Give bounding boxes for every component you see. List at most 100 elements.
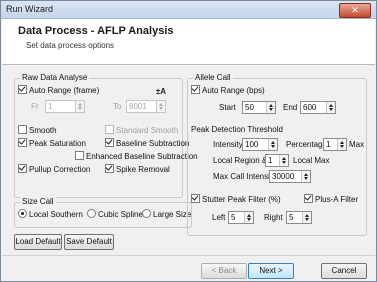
checkbox-checked-icon xyxy=(18,85,27,94)
max-label: Max xyxy=(349,140,365,149)
spinner-arrows-icon xyxy=(266,102,275,113)
checkbox-icon xyxy=(75,151,84,160)
cancel-button[interactable]: Cancel xyxy=(321,263,367,279)
close-icon: ✕ xyxy=(351,5,359,15)
end-spinner[interactable]: 600 xyxy=(300,101,336,114)
max-call-intensity-label: Max Call Intensity xyxy=(213,172,277,181)
enhanced-baseline-label: Enhanced Baseline Subtraction xyxy=(86,152,198,161)
raw-data-analyse-label: Raw Data Analyse xyxy=(20,73,90,82)
local-region-value: 1 xyxy=(268,156,273,165)
checkbox-checked-icon xyxy=(105,138,114,147)
checkbox-checked-icon xyxy=(105,164,114,173)
spinner-arrows-icon xyxy=(302,212,311,223)
run-wizard-window: Run Wizard ✕ Data Process - AFLP Analysi… xyxy=(0,0,377,282)
stutter-peak-filter-checkbox[interactable]: Stutter Peak Filter (%) xyxy=(191,194,281,205)
spinner-arrows-icon xyxy=(326,102,335,113)
close-button[interactable]: ✕ xyxy=(339,3,371,18)
from-label: Fr xyxy=(31,102,39,111)
checkbox-checked-icon xyxy=(18,164,27,173)
peak-saturation-checkbox[interactable]: Peak Saturation xyxy=(18,138,86,149)
local-max-label: Local Max xyxy=(293,156,330,165)
pullup-correction-checkbox[interactable]: Pullup Correction xyxy=(18,164,90,175)
end-label: End xyxy=(283,103,298,112)
local-southern-label: Local Southern xyxy=(29,210,83,219)
start-label: Start xyxy=(219,103,236,112)
spinner-arrows-icon xyxy=(279,155,288,166)
spinner-arrows-icon xyxy=(156,101,165,112)
right-spinner[interactable]: 5 xyxy=(286,211,312,224)
size-call-label: Size Call xyxy=(20,197,56,206)
plus-a-filter-label: Plus-A Filter xyxy=(315,195,359,204)
start-value: 50 xyxy=(245,103,254,112)
start-spinner[interactable]: 50 xyxy=(242,101,276,114)
percentage-spinner[interactable]: 1 xyxy=(323,138,347,151)
auto-range-frame-label: Auto Range (frame) xyxy=(29,86,100,95)
end-value: 600 xyxy=(303,103,317,112)
spinner-arrows-icon xyxy=(337,139,346,150)
auto-range-frame-checkbox[interactable]: Auto Range (frame) xyxy=(18,85,99,96)
radio-icon xyxy=(87,209,96,218)
checkbox-checked-icon xyxy=(191,194,200,203)
footer-separator xyxy=(2,255,375,256)
smooth-checkbox[interactable]: Smooth xyxy=(18,125,57,136)
window-title: Run Wizard xyxy=(6,4,54,14)
intensity-spinner[interactable]: 100 xyxy=(242,138,278,151)
radio-selected-icon xyxy=(18,209,27,218)
radio-icon xyxy=(142,209,151,218)
standard-smooth-checkbox[interactable]: Standard Smooth xyxy=(105,125,178,136)
title-bar: Run Wizard ✕ xyxy=(1,1,376,19)
large-size-label: Large Size xyxy=(153,210,192,219)
from-frame-value: 1 xyxy=(48,102,53,111)
allele-call-label: Allele Call xyxy=(193,73,233,82)
left-spinner[interactable]: 5 xyxy=(228,211,254,224)
max-call-intensity-spinner[interactable]: 30000 xyxy=(269,170,311,183)
right-label: Right xyxy=(264,213,283,222)
auto-range-icon[interactable]: ±A xyxy=(155,86,167,97)
checkbox-checked-icon xyxy=(304,194,313,203)
max-call-intensity-value: 30000 xyxy=(272,172,295,181)
wizard-header: Data Process - AFLP Analysis Set data pr… xyxy=(2,19,375,65)
large-size-radio[interactable]: Large Size xyxy=(142,209,191,220)
to-frame-value: 8001 xyxy=(129,102,147,111)
plus-a-filter-checkbox[interactable]: Plus-A Filter xyxy=(304,194,358,205)
baseline-subtraction-checkbox[interactable]: Baseline Subtraction xyxy=(105,138,189,149)
spinner-arrows-icon xyxy=(268,139,277,150)
to-label: To xyxy=(113,102,122,111)
checkbox-checked-icon xyxy=(191,85,200,94)
standard-smooth-label: Standard Smooth xyxy=(116,126,179,135)
local-southern-radio[interactable]: Local Southern xyxy=(18,209,83,220)
pullup-correction-label: Pullup Correction xyxy=(29,165,91,174)
next-button[interactable]: Next > xyxy=(248,263,294,279)
spinner-arrows-icon xyxy=(244,212,253,223)
local-region-spinner[interactable]: 1 xyxy=(265,154,289,167)
checkbox-checked-icon xyxy=(18,138,27,147)
cubic-spline-label: Cubic Spline xyxy=(98,210,143,219)
peak-detection-label: Peak Detection Threshold xyxy=(191,125,283,134)
from-frame-spinner[interactable]: 1 xyxy=(45,100,85,113)
spike-removal-checkbox[interactable]: Spike Removal xyxy=(105,164,170,175)
spike-removal-label: Spike Removal xyxy=(116,165,170,174)
load-default-button[interactable]: Load Default xyxy=(14,234,62,250)
right-value: 5 xyxy=(289,213,294,222)
cubic-spline-radio[interactable]: Cubic Spline xyxy=(87,209,143,220)
enhanced-baseline-checkbox[interactable]: Enhanced Baseline Subtraction xyxy=(75,151,198,162)
baseline-subtraction-label: Baseline Subtraction xyxy=(116,139,190,148)
intensity-value: 100 xyxy=(245,140,259,149)
percentage-value: 1 xyxy=(326,140,331,149)
page-title: Data Process - AFLP Analysis xyxy=(18,25,174,37)
spinner-arrows-icon xyxy=(301,171,310,182)
page-subtitle: Set data process options xyxy=(26,41,115,50)
stutter-peak-filter-label: Stutter Peak Filter (%) xyxy=(202,195,281,204)
auto-range-bps-checkbox[interactable]: Auto Range (bps) xyxy=(191,85,265,96)
smooth-label: Smooth xyxy=(29,126,57,135)
left-label: Left xyxy=(212,213,226,222)
to-frame-spinner[interactable]: 8001 xyxy=(126,100,166,113)
spinner-arrows-icon xyxy=(75,101,84,112)
checkbox-icon xyxy=(105,125,114,134)
checkbox-icon xyxy=(18,125,27,134)
back-button[interactable]: < Back xyxy=(201,263,247,279)
left-value: 5 xyxy=(231,213,236,222)
auto-range-bps-label: Auto Range (bps) xyxy=(202,86,265,95)
peak-saturation-label: Peak Saturation xyxy=(29,139,86,148)
save-default-button[interactable]: Save Default xyxy=(64,234,114,250)
